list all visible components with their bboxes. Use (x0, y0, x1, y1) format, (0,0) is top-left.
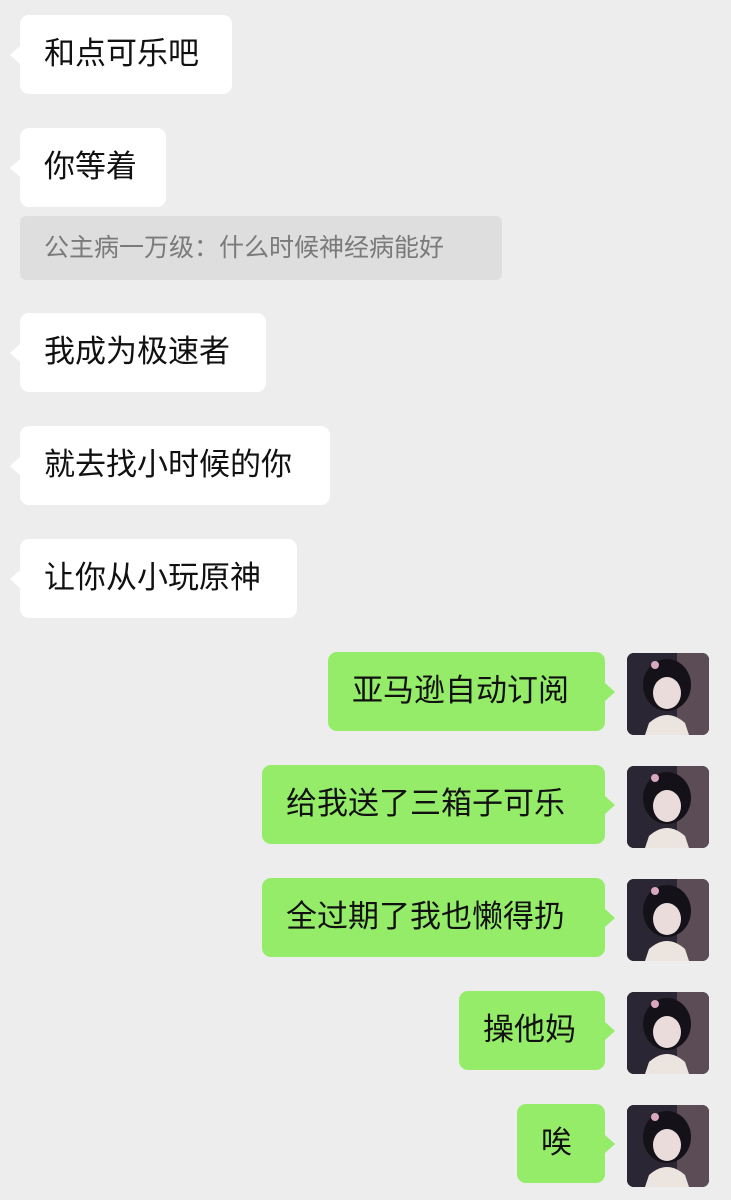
user-avatar-icon[interactable] (627, 992, 709, 1074)
outgoing-message-bubble[interactable]: 全过期了我也懒得扔 (262, 878, 605, 957)
outgoing-message-bubble[interactable]: 亚马逊自动订阅 (328, 652, 605, 731)
user-avatar-icon[interactable] (627, 653, 709, 735)
outgoing-message-bubble[interactable]: 给我送了三箱子可乐 (262, 765, 605, 844)
quoted-reply[interactable]: 公主病一万级：什么时候神经病能好 (20, 216, 502, 280)
incoming-message-bubble[interactable]: 我成为极速者 (20, 313, 266, 392)
bubble-tail (10, 457, 20, 475)
user-avatar-icon[interactable] (627, 766, 709, 848)
bubble-tail (605, 683, 615, 701)
incoming-message-bubble[interactable]: 你等着 (20, 128, 166, 207)
incoming-message-bubble[interactable]: 就去找小时候的你 (20, 426, 330, 505)
bubble-tail (10, 570, 20, 588)
bubble-tail (10, 344, 20, 362)
bubble-tail (10, 159, 20, 177)
bubble-tail (605, 796, 615, 814)
outgoing-message-bubble[interactable]: 操他妈 (459, 991, 605, 1070)
incoming-message-bubble[interactable]: 和点可乐吧 (20, 15, 232, 94)
bubble-tail (605, 1135, 615, 1153)
bubble-tail (605, 909, 615, 927)
user-avatar-icon[interactable] (627, 1105, 709, 1187)
bubble-tail (605, 1022, 615, 1040)
incoming-message-bubble[interactable]: 让你从小玩原神 (20, 539, 297, 618)
outgoing-message-bubble[interactable]: 唉 (517, 1104, 605, 1183)
bubble-tail (10, 46, 20, 64)
user-avatar-icon[interactable] (627, 879, 709, 961)
